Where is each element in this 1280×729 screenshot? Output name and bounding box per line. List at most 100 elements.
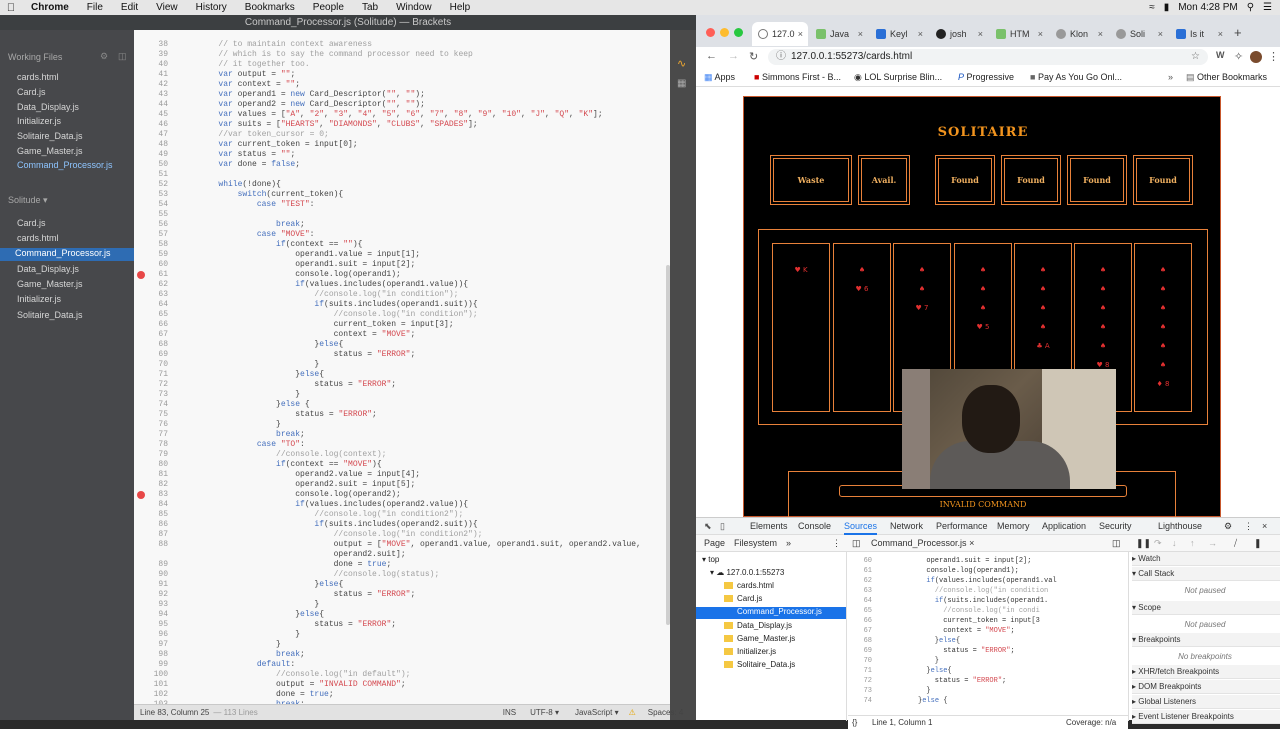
code-line[interactable]: 48 var current_token = input[0]; bbox=[134, 140, 670, 150]
panel-xhr-breakpoints[interactable]: ▸ XHR/fetch Breakpoints bbox=[1132, 665, 1280, 679]
line-number[interactable]: 63 bbox=[848, 586, 872, 596]
source-line[interactable]: 71 }else{ bbox=[848, 666, 1118, 676]
code-line[interactable]: 85 //console.log("in condition2"); bbox=[134, 510, 670, 520]
card[interactable]: ♠ bbox=[955, 266, 1011, 274]
line-number[interactable]: 61 bbox=[848, 566, 872, 576]
close-tab-icon[interactable]: × bbox=[1218, 29, 1228, 39]
code-line[interactable]: 66 current_token = input[3]; bbox=[134, 320, 670, 330]
tab-localhost[interactable]: 127.0 × bbox=[752, 22, 808, 46]
line-number[interactable]: 39 bbox=[134, 50, 168, 60]
line-number[interactable]: 95 bbox=[134, 620, 168, 630]
close-tab-icon[interactable]: × bbox=[918, 29, 928, 39]
step-out-icon[interactable]: ↑ bbox=[1190, 538, 1195, 548]
code-line[interactable]: 82 operand2.suit = input[5]; bbox=[134, 480, 670, 490]
source-line[interactable]: 64 if(suits.includes(operand1. bbox=[848, 596, 1118, 606]
code-line[interactable]: 100 //console.log("in default"); bbox=[134, 670, 670, 680]
puzzle-icon[interactable]: ✧ bbox=[1234, 50, 1243, 63]
close-tab-icon[interactable]: × bbox=[1098, 29, 1108, 39]
card[interactable]: ♠ bbox=[1075, 304, 1131, 312]
menu-view[interactable]: View bbox=[147, 2, 187, 13]
line-number[interactable]: 71 bbox=[134, 370, 168, 380]
line-number[interactable]: 64 bbox=[134, 300, 168, 310]
tree-file[interactable]: Data_Display.js bbox=[724, 621, 792, 630]
line-number[interactable]: 84 bbox=[134, 500, 168, 510]
tab-elements[interactable]: Elements bbox=[750, 521, 788, 531]
card[interactable]: ♠ bbox=[1075, 323, 1131, 331]
bookmark-lol[interactable]: ◉ LOL Surprise Blin... bbox=[854, 72, 942, 83]
more-tabs-icon[interactable]: » bbox=[786, 538, 791, 548]
line-number[interactable]: 50 bbox=[134, 160, 168, 170]
code-line[interactable]: 68 }else{ bbox=[134, 340, 670, 350]
panel-watch[interactable]: ▸ Watch bbox=[1132, 552, 1280, 566]
line-number[interactable]: 40 bbox=[134, 60, 168, 70]
card[interactable]: ♠ bbox=[1015, 266, 1071, 274]
code-line[interactable]: 42 var context = ""; bbox=[134, 80, 670, 90]
card[interactable]: ♠ bbox=[1135, 342, 1191, 350]
working-file-item[interactable]: Solitaire_Data.js bbox=[17, 131, 83, 141]
code-line[interactable]: 56 break; bbox=[134, 220, 670, 230]
code-line[interactable]: 40 // it together too. bbox=[134, 60, 670, 70]
foundation-slot[interactable]: Found bbox=[935, 155, 995, 205]
address-bar[interactable]: ⓘ 127.0.0.1:55273/cards.html ☆ bbox=[768, 49, 1208, 65]
panel-dom-breakpoints[interactable]: ▸ DOM Breakpoints bbox=[1132, 680, 1280, 694]
bookmark-progressive[interactable]: P Progressive bbox=[958, 72, 1014, 82]
line-number[interactable]: 87 bbox=[134, 530, 168, 540]
source-line[interactable]: 70 } bbox=[848, 656, 1118, 666]
card[interactable]: ♥ 6 bbox=[834, 285, 890, 293]
inspect-icon[interactable]: ⬉ bbox=[704, 521, 712, 532]
tab-network[interactable]: Network bbox=[890, 521, 923, 531]
line-number[interactable]: 38 bbox=[134, 40, 168, 50]
indent-setting[interactable]: Spaces: 4 bbox=[648, 708, 684, 717]
line-number[interactable]: 65 bbox=[848, 606, 872, 616]
code-line[interactable]: 98 break; bbox=[134, 650, 670, 660]
line-number[interactable]: 46 bbox=[134, 120, 168, 130]
line-number[interactable]: 69 bbox=[134, 350, 168, 360]
line-number[interactable]: 90 bbox=[134, 570, 168, 580]
line-number[interactable]: 55 bbox=[134, 210, 168, 220]
close-tab-icon[interactable]: × bbox=[1038, 29, 1048, 39]
tableau-pile[interactable]: ♠ ♥ 6 bbox=[833, 243, 891, 412]
line-number[interactable]: 101 bbox=[134, 680, 168, 690]
source-line[interactable]: 72 status = "ERROR"; bbox=[848, 676, 1118, 686]
card[interactable]: ♦ 8 bbox=[1135, 380, 1191, 388]
code-line[interactable]: 39 // which is to say the command proces… bbox=[134, 50, 670, 60]
bookmark-payg[interactable]: ■ Pay As You Go Onl... bbox=[1030, 72, 1122, 82]
line-number[interactable]: 61 bbox=[134, 270, 168, 280]
panel-breakpoints[interactable]: ▾ Breakpoints bbox=[1132, 633, 1280, 647]
line-number[interactable]: 66 bbox=[134, 320, 168, 330]
tab-is-it[interactable]: Is it × bbox=[1170, 22, 1228, 46]
tab-java[interactable]: Java × bbox=[810, 22, 868, 46]
language-select[interactable]: JavaScript ▾ bbox=[575, 708, 619, 717]
code-line[interactable]: 77 break; bbox=[134, 430, 670, 440]
tree-file-selected[interactable]: Command_Processor.js bbox=[696, 607, 846, 619]
line-number[interactable]: 98 bbox=[134, 650, 168, 660]
working-file-item-active[interactable]: Command_Processor.js bbox=[17, 160, 113, 170]
code-line[interactable]: 43 var operand1 = new Card_Descriptor(""… bbox=[134, 90, 670, 100]
close-tab-icon[interactable]: × bbox=[858, 29, 868, 39]
encoding-select[interactable]: UTF-8 ▾ bbox=[530, 708, 559, 717]
close-tab-icon[interactable]: × bbox=[798, 29, 808, 39]
code-line[interactable]: 47 //var token_cursor = 0; bbox=[134, 130, 670, 140]
code-line[interactable]: 38 // to maintain context awareness bbox=[134, 40, 670, 50]
pause-icon[interactable]: ❚❚ bbox=[1136, 538, 1151, 549]
tab-performance[interactable]: Performance bbox=[936, 521, 988, 531]
card[interactable]: ♠ bbox=[1075, 266, 1131, 274]
line-number[interactable]: 41 bbox=[134, 70, 168, 80]
tab-html[interactable]: HTM × bbox=[990, 22, 1048, 46]
card[interactable]: ♥ 5 bbox=[955, 323, 1011, 331]
working-file-item[interactable]: Game_Master.js bbox=[17, 146, 83, 156]
close-icon[interactable]: × bbox=[969, 538, 974, 548]
code-line[interactable]: 95 status = "ERROR"; bbox=[134, 620, 670, 630]
avatar[interactable] bbox=[1250, 51, 1262, 63]
tab-solitaire[interactable]: Soli × bbox=[1110, 22, 1168, 46]
code-line[interactable]: 71 }else{ bbox=[134, 370, 670, 380]
code-line[interactable]: 92 status = "ERROR"; bbox=[134, 590, 670, 600]
more-icon[interactable]: ⋮ bbox=[1244, 521, 1253, 532]
code-line[interactable]: 78 case "TO": bbox=[134, 440, 670, 450]
source-line[interactable]: 67 context = "MOVE"; bbox=[848, 626, 1118, 636]
line-number[interactable]: 79 bbox=[134, 450, 168, 460]
close-icon[interactable]: × bbox=[1262, 521, 1267, 531]
project-file-item[interactable]: Data_Display.js bbox=[17, 264, 79, 274]
project-file-item[interactable]: Initializer.js bbox=[17, 294, 61, 304]
tab-josh[interactable]: josh × bbox=[930, 22, 988, 46]
